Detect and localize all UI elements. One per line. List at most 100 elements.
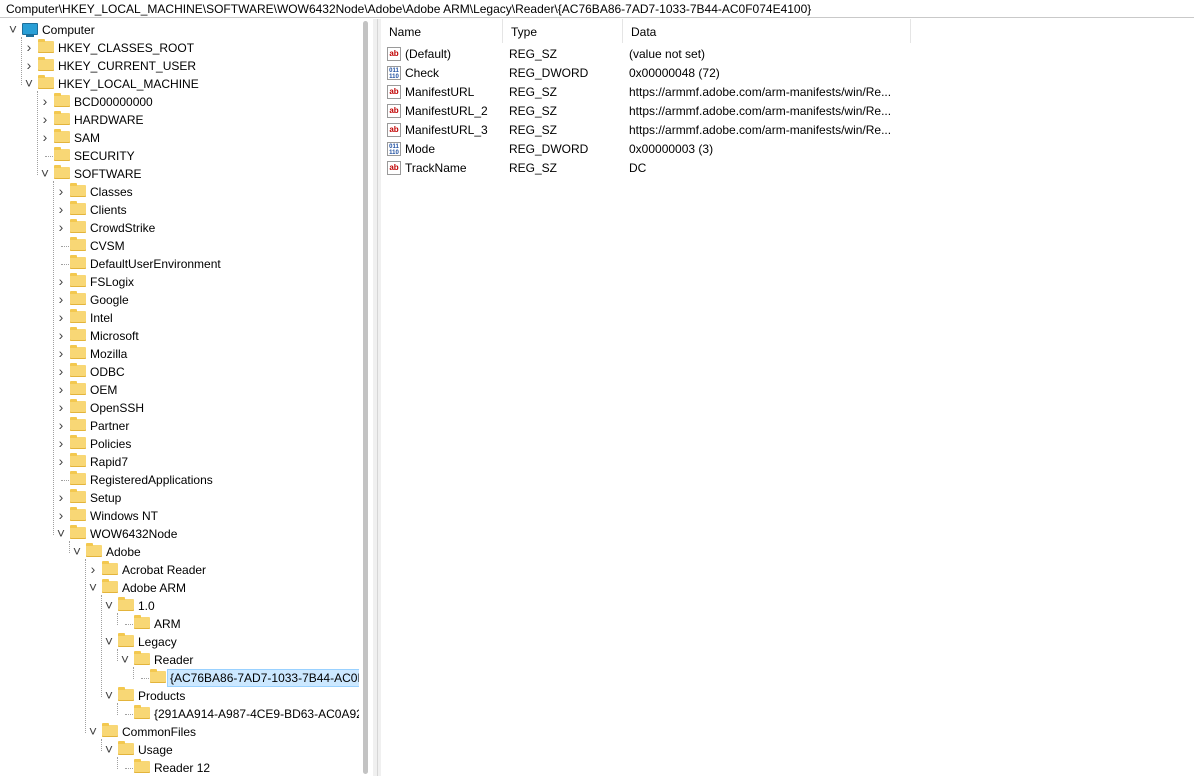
chevron-right-icon[interactable]: › <box>56 184 66 198</box>
chevron-right-icon[interactable]: › <box>88 562 98 576</box>
value-row-mode[interactable]: 011 110 Mode REG_DWORD 0x00000003 (3) <box>381 140 1194 159</box>
tree-node-usage[interactable]: ˅ Usage <box>0 741 359 759</box>
tree-node-label: Products <box>138 689 186 703</box>
tree-node-products[interactable]: ˅ Products <box>0 687 359 705</box>
tree-node-legacy[interactable]: ˅ Legacy <box>0 633 359 651</box>
chevron-right-icon[interactable]: › <box>56 328 66 342</box>
tree-node-label: CVSM <box>90 239 125 253</box>
tree-node-bcd00000000[interactable]: › BCD00000000 <box>0 93 359 111</box>
chevron-right-icon[interactable]: › <box>56 454 66 468</box>
chevron-right-icon[interactable]: › <box>56 310 66 324</box>
chevron-right-icon[interactable]: › <box>56 490 66 504</box>
tree-node-hardware[interactable]: › HARDWARE <box>0 111 359 129</box>
chevron-down-icon[interactable]: ˅ <box>40 166 50 180</box>
value-data: https://armmf.adobe.com/arm-manifests/wi… <box>629 123 892 137</box>
tree-node-label: CrowdStrike <box>90 221 156 235</box>
tree-node-acrobat-reader[interactable]: › Acrobat Reader <box>0 561 359 579</box>
tree-node-commonfiles[interactable]: ˅ CommonFiles <box>0 723 359 741</box>
folder-icon <box>150 669 166 683</box>
chevron-right-icon[interactable]: › <box>56 274 66 288</box>
value-data: 0x00000003 (3) <box>629 142 714 156</box>
value-name: TrackName <box>405 161 467 175</box>
tree-node-computer[interactable]: ˅ Computer <box>0 21 359 39</box>
chevron-down-icon[interactable]: ˅ <box>120 652 130 666</box>
folder-icon <box>70 399 86 413</box>
tree-scrollbar[interactable] <box>359 19 373 776</box>
tree-node-label: OEM <box>90 383 118 397</box>
tree-node-hkey-current-user[interactable]: › HKEY_CURRENT_USER <box>0 57 359 75</box>
value-row-trackname[interactable]: ab TrackName REG_SZ DC <box>381 159 1194 178</box>
value-row-check[interactable]: 011 110 Check REG_DWORD 0x00000048 (72) <box>381 64 1194 83</box>
chevron-right-icon[interactable]: › <box>56 400 66 414</box>
chevron-down-icon[interactable]: ˅ <box>56 526 66 540</box>
tree-node-security[interactable]: SECURITY <box>0 147 359 165</box>
chevron-right-icon[interactable]: › <box>40 112 50 126</box>
chevron-down-icon[interactable]: ˅ <box>8 22 18 36</box>
value-row-default[interactable]: ab (Default) REG_SZ (value not set) <box>381 45 1194 64</box>
chevron-right-icon[interactable]: › <box>56 202 66 216</box>
chevron-right-icon[interactable]: › <box>56 364 66 378</box>
chevron-right-icon[interactable]: › <box>56 292 66 306</box>
registry-tree[interactable]: ˅ Computer › HKEY_CLASSES_ROOT › HKEY_CURRENT… <box>0 19 359 776</box>
tree-node-reader-12[interactable]: Reader 12 <box>0 759 359 776</box>
chevron-down-icon[interactable]: ˅ <box>88 724 98 738</box>
tree-node-hkey-local-machine[interactable]: ˅ HKEY_LOCAL_MACHINE <box>0 75 359 93</box>
value-row-manifesturl[interactable]: ab ManifestURL REG_SZ https://armmf.adobe.c… <box>381 83 1194 102</box>
tree-node-sam[interactable]: › SAM <box>0 129 359 147</box>
scrollbar-thumb[interactable] <box>363 21 368 774</box>
column-header-type[interactable]: Type <box>503 19 623 43</box>
address-bar[interactable]: Computer\HKEY_LOCAL_MACHINE\SOFTWARE\WOW… <box>0 0 1194 18</box>
tree-node-adobe[interactable]: ˅ Adobe <box>0 543 359 561</box>
tree-node-hkey-classes-root[interactable]: › HKEY_CLASSES_ROOT <box>0 39 359 57</box>
column-header-data[interactable]: Data <box>623 19 911 43</box>
folder-icon <box>134 615 150 629</box>
folder-icon <box>70 183 86 197</box>
folder-icon <box>102 579 118 593</box>
chevron-right-icon[interactable]: › <box>24 40 34 54</box>
address-path[interactable]: Computer\HKEY_LOCAL_MACHINE\SOFTWARE\WOW… <box>6 2 811 16</box>
chevron-right-icon[interactable]: › <box>56 220 66 234</box>
tree-node-reader[interactable]: ˅ Reader <box>0 651 359 669</box>
value-row-manifesturl-2[interactable]: ab ManifestURL_2 REG_SZ https://armmf.adobe… <box>381 102 1194 121</box>
pane-splitter[interactable] <box>373 19 381 776</box>
tree-node-label: Reader 12 <box>154 761 211 775</box>
chevron-right-icon[interactable]: › <box>56 346 66 360</box>
tree-node-1-0[interactable]: ˅ 1.0 <box>0 597 359 615</box>
tree-node-label: SECURITY <box>74 149 135 163</box>
tree-node-291aa914-a987-4ce9-bd63-ac0a92d435e5[interactable]: {291AA914-A987-4CE9-BD63-AC0A92D435E5} <box>0 705 359 723</box>
value-type: REG_DWORD <box>509 142 589 156</box>
chevron-down-icon[interactable]: ˅ <box>104 688 114 702</box>
folder-icon <box>70 417 86 431</box>
chevron-right-icon[interactable]: › <box>56 382 66 396</box>
folder-icon <box>70 309 86 323</box>
chevron-right-icon[interactable]: › <box>56 508 66 522</box>
folder-icon <box>102 561 118 575</box>
chevron-right-icon[interactable]: › <box>56 436 66 450</box>
tree-node-ac76ba86-7ad7-1033-7b44-ac0f074e4100[interactable]: {AC76BA86-7AD7-1033-7B44-AC0F074E4100} <box>0 669 359 687</box>
chevron-down-icon[interactable]: ˅ <box>88 580 98 594</box>
chevron-right-icon[interactable]: › <box>40 94 50 108</box>
chevron-down-icon[interactable]: ˅ <box>104 598 114 612</box>
chevron-down-icon[interactable]: ˅ <box>24 76 34 90</box>
value-row-manifesturl-3[interactable]: ab ManifestURL_3 REG_SZ https://armmf.adobe… <box>381 121 1194 140</box>
chevron-right-icon[interactable]: › <box>56 418 66 432</box>
dword-value-icon: 011 110 <box>387 142 401 156</box>
chevron-down-icon[interactable]: ˅ <box>72 544 82 558</box>
chevron-down-icon[interactable]: ˅ <box>104 634 114 648</box>
chevron-down-icon[interactable]: ˅ <box>104 742 114 756</box>
folder-icon <box>54 165 70 179</box>
tree-node-label: Legacy <box>138 635 177 649</box>
folder-icon <box>70 507 86 521</box>
chevron-right-icon[interactable]: › <box>24 58 34 72</box>
column-header-name[interactable]: Name <box>381 19 503 43</box>
chevron-right-icon[interactable]: › <box>40 130 50 144</box>
tree-node-adobe-arm[interactable]: ˅ Adobe ARM <box>0 579 359 597</box>
folder-icon <box>54 111 70 125</box>
values-list[interactable]: Name Type Data ab (Default) REG_SZ (value n… <box>381 19 1194 776</box>
tree-node-label: CommonFiles <box>122 725 197 739</box>
folder-icon <box>38 75 54 89</box>
tree-node-label: SOFTWARE <box>74 167 142 181</box>
value-data: https://armmf.adobe.com/arm-manifests/wi… <box>629 104 892 118</box>
value-name: Mode <box>405 142 436 156</box>
tree-node-arm[interactable]: ARM <box>0 615 359 633</box>
